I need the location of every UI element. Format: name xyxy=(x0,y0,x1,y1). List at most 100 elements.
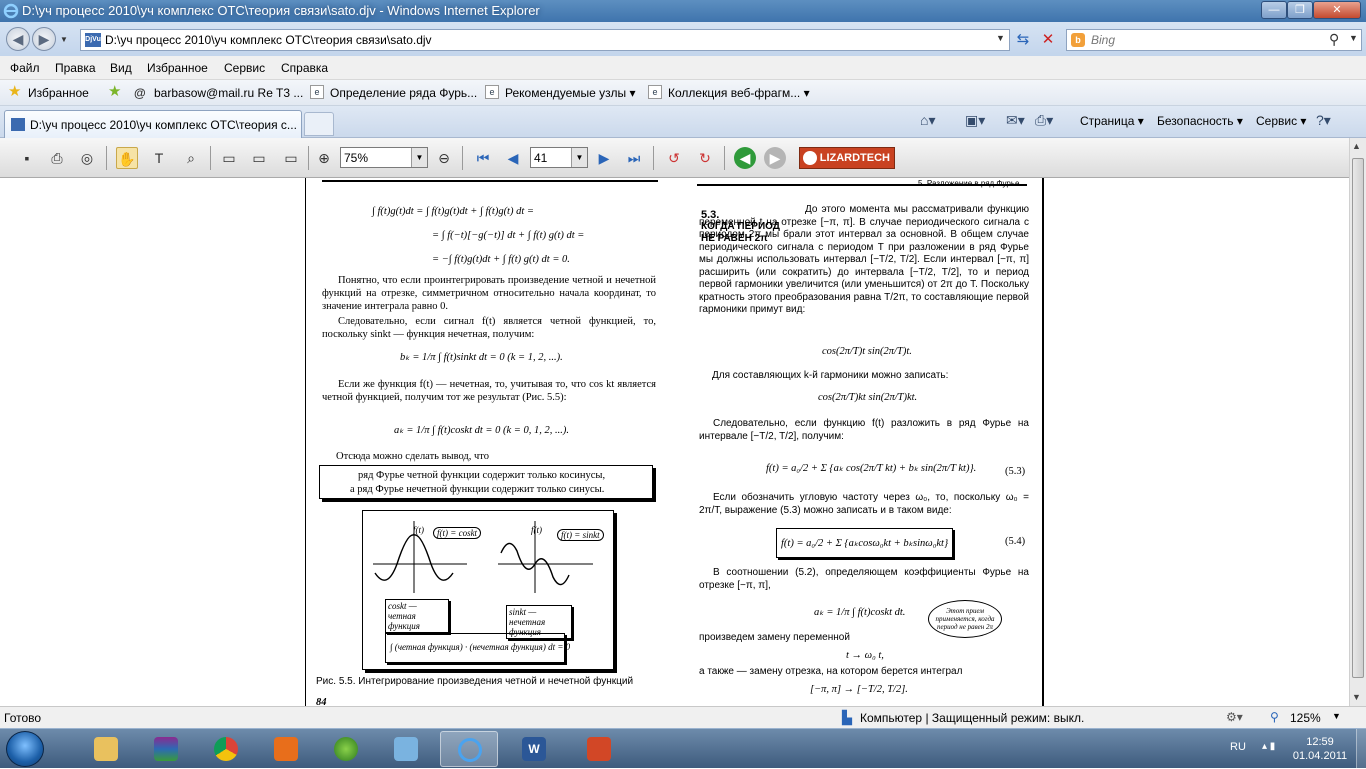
taskbar-chrome[interactable] xyxy=(197,731,255,767)
new-tab-button[interactable] xyxy=(304,112,334,136)
scroll-thumb[interactable] xyxy=(1352,158,1364,678)
close-button[interactable]: ✕ xyxy=(1313,1,1361,19)
taskbar-powerpoint[interactable] xyxy=(570,731,628,767)
zoom-tool-icon[interactable]: ⌕ xyxy=(180,147,202,169)
first-page-icon[interactable]: ⏮ xyxy=(472,147,494,169)
language-indicator[interactable]: RU xyxy=(1230,741,1246,753)
search-box[interactable]: b Bing ⚲ ▼ xyxy=(1066,29,1362,51)
ie-logo-icon xyxy=(3,3,19,19)
hand-tool-icon[interactable]: ✋ xyxy=(116,147,138,169)
zoom-dropdown-icon[interactable]: ▼ xyxy=(1332,711,1341,721)
taskbar-word[interactable]: W xyxy=(505,731,563,767)
page-menu[interactable]: Страница ▾ xyxy=(1080,114,1144,128)
fit-width-icon[interactable]: ▭ xyxy=(248,147,270,169)
prev-page-icon[interactable]: ◀ xyxy=(502,147,524,169)
menu-favorites[interactable]: Избранное xyxy=(147,61,208,75)
fav-web-slice-gallery[interactable]: Коллекция веб-фрагм... ▾ xyxy=(668,86,810,100)
zoom-out-icon[interactable]: ⊖ xyxy=(433,147,455,169)
rotate-right-icon[interactable]: ↻ xyxy=(694,147,716,169)
left-paragraph-2: Следовательно, если сигнал f(t) является… xyxy=(322,316,656,340)
forward-button[interactable]: ▶ xyxy=(32,27,56,51)
favorites-button[interactable]: Избранное xyxy=(28,86,89,100)
help-icon[interactable]: ?▾ xyxy=(1316,112,1331,129)
history-forward-icon[interactable]: ▶ xyxy=(764,147,786,169)
lizardtech-logo[interactable]: LIZARDTECH xyxy=(799,147,895,169)
fav-link-fourier[interactable]: Определение ряда Фурь... xyxy=(330,86,477,100)
print-icon[interactable]: ⎙▾ xyxy=(1035,112,1053,129)
address-bar[interactable]: DjVu D:\уч процесс 2010\уч комплекс ОТС\… xyxy=(80,29,1010,51)
mail-icon[interactable]: ✉▾ xyxy=(1006,112,1025,129)
menu-tools[interactable]: Сервис xyxy=(224,61,265,75)
chevron-down-icon[interactable]: ▼ xyxy=(411,148,427,167)
left-paragraph-3: Если же функция f(t) — нечетная, то, учи… xyxy=(322,379,656,403)
zoom-select[interactable]: 75% ▼ xyxy=(340,147,428,168)
refresh-icon[interactable]: ⇆ xyxy=(1013,30,1033,50)
fit-page-icon[interactable]: ▭ xyxy=(218,147,240,169)
security-zone-text[interactable]: Компьютер | Защищенный режим: выкл. xyxy=(860,711,1084,725)
print-icon[interactable]: ⎙ xyxy=(46,147,68,169)
last-page-icon[interactable]: ⏭ xyxy=(623,147,645,169)
title-bar: D:\уч процесс 2010\уч комплекс ОТС\теори… xyxy=(0,0,1366,22)
left-eq1-line3: = −∫ f(t)g(t)dt + ∫ f(t) g(t) dt = 0. xyxy=(432,254,570,265)
search-options-dropdown-icon[interactable]: ▼ xyxy=(1349,33,1358,43)
odd-function-label: f(t) = sinkt xyxy=(557,529,604,541)
document-viewer[interactable]: ∫ f(t)g(t)dt = ∫ f(t)g(t)dt + ∫ f(t)g(t)… xyxy=(0,178,1349,706)
taskbar-winrar[interactable] xyxy=(137,731,195,767)
tools-menu[interactable]: Сервис ▾ xyxy=(1256,114,1306,128)
history-back-icon[interactable]: ◀ xyxy=(734,147,756,169)
vertical-scrollbar[interactable]: ▲ ▼ xyxy=(1349,138,1366,706)
fav-suggested-sites[interactable]: Рекомендуемые узлы ▾ xyxy=(505,86,636,100)
next-page-icon[interactable]: ▶ xyxy=(593,147,615,169)
find-icon[interactable]: ◎ xyxy=(76,147,98,169)
address-input[interactable]: D:\уч процесс 2010\уч комплекс ОТС\теори… xyxy=(105,33,432,47)
chevron-down-icon[interactable]: ▼ xyxy=(571,148,587,167)
add-favorite-icon[interactable]: ★ xyxy=(108,82,121,100)
address-dropdown-icon[interactable]: ▼ xyxy=(996,33,1005,43)
menu-file[interactable]: Файл xyxy=(10,61,40,75)
protected-mode-icon[interactable]: ⚙▾ xyxy=(1226,710,1243,724)
rotate-left-icon[interactable]: ↺ xyxy=(663,147,685,169)
tab-current[interactable]: D:\уч процесс 2010\уч комплекс ОТС\теори… xyxy=(4,110,302,138)
taskbar-media-center[interactable] xyxy=(317,731,375,767)
menu-view[interactable]: Вид xyxy=(110,61,132,75)
actual-size-icon[interactable]: ▭ xyxy=(280,147,302,169)
taskbar-explorer[interactable] xyxy=(77,731,135,767)
djvu-toolbar: ▪ ⎙ ◎ ✋ T ⌕ ▭ ▭ ▭ ⊕ 75% ▼ ⊖ ⏮ ◀ 41 ▼ ▶ ⏭… xyxy=(0,138,1366,178)
right-paragraph-1: До этого момента мы рассматривали функци… xyxy=(699,204,1029,315)
maximize-button[interactable]: ❐ xyxy=(1287,1,1313,19)
taskbar-ie[interactable] xyxy=(440,731,498,767)
stop-icon[interactable]: ✕ xyxy=(1038,30,1058,50)
scroll-down-icon[interactable]: ▼ xyxy=(1352,692,1361,702)
start-button[interactable] xyxy=(6,731,44,767)
fav-link-mail[interactable]: barbasow@mail.ru Re T3 ... xyxy=(154,86,303,100)
favorites-star-icon[interactable]: ★ xyxy=(8,82,21,100)
show-desktop-button[interactable] xyxy=(1356,729,1366,769)
minimize-button[interactable]: — xyxy=(1261,1,1287,19)
feeds-icon[interactable]: ▣▾ xyxy=(965,112,985,129)
text-select-icon[interactable]: T xyxy=(148,147,170,169)
menu-help[interactable]: Справка xyxy=(281,61,328,75)
zoom-icon[interactable]: ⚲ xyxy=(1270,710,1279,724)
page-fav-icon: e xyxy=(648,85,662,99)
page-fav-icon: e xyxy=(485,85,499,99)
taskbar-media[interactable] xyxy=(257,731,315,767)
lizardtech-label: LIZARDTECH xyxy=(819,152,890,164)
scroll-up-icon[interactable]: ▲ xyxy=(1352,141,1361,151)
clock[interactable]: 12:59 01.04.2011 xyxy=(1289,735,1351,763)
menu-edit[interactable]: Правка xyxy=(55,61,96,75)
search-input[interactable]: Bing xyxy=(1091,33,1115,47)
computer-zone-icon: ▙ xyxy=(842,710,852,725)
recent-pages-dropdown-icon[interactable]: ▼ xyxy=(60,35,70,44)
save-icon[interactable]: ▪ xyxy=(16,147,38,169)
search-icon[interactable]: ⚲ xyxy=(1329,31,1339,48)
back-button[interactable]: ◀ xyxy=(6,27,30,51)
page-select[interactable]: 41 ▼ xyxy=(530,147,588,168)
home-icon[interactable]: ⌂▾ xyxy=(920,112,935,129)
zoom-in-icon[interactable]: ⊕ xyxy=(313,147,335,169)
tray-icons[interactable]: ▴ ▮ xyxy=(1262,741,1275,752)
even-ft-label: f(t) xyxy=(413,525,424,535)
status-zoom-level[interactable]: 125% xyxy=(1290,711,1321,725)
figure-caption: Рис. 5.5. Интегрирование произведения че… xyxy=(316,676,634,687)
safety-menu[interactable]: Безопасность ▾ xyxy=(1157,114,1243,128)
taskbar-network[interactable] xyxy=(377,731,435,767)
